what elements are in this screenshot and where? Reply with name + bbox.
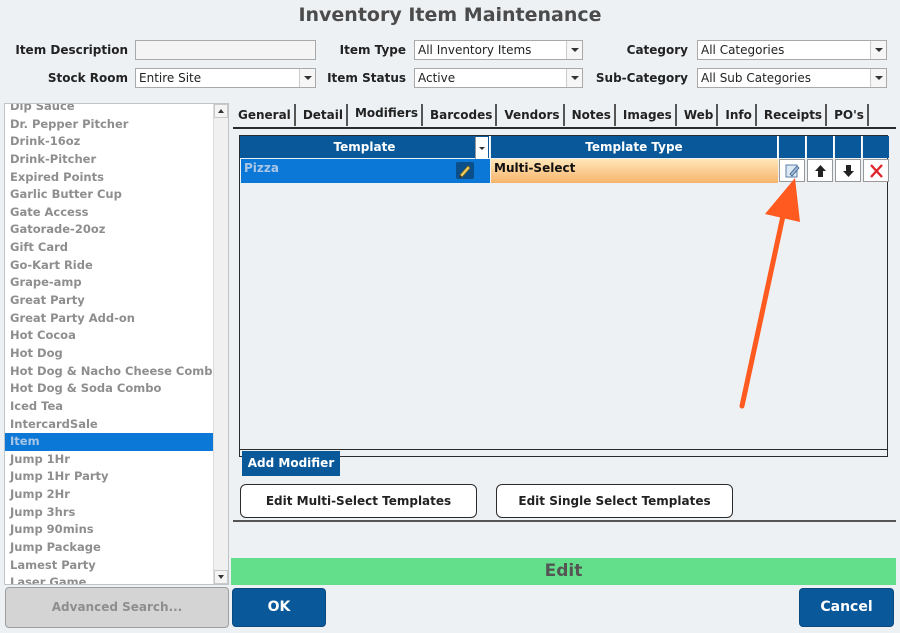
list-item[interactable]: Go-Kart Ride: [5, 257, 213, 275]
item-type-value: All Inventory Items: [418, 43, 532, 57]
item-status-value: Active: [418, 71, 456, 85]
chevron-down-icon[interactable]: [566, 41, 582, 59]
close-icon: [870, 164, 883, 178]
modifiers-grid: Template Template Type Pizza Multi-Selec…: [239, 135, 889, 457]
item-list-items: Dip Sauce Dr. Pepper Pitcher Drink-16oz Dri…: [5, 104, 213, 584]
list-item[interactable]: Drink-Pitcher: [5, 151, 213, 169]
list-item[interactable]: Jump Package: [5, 539, 213, 557]
scroll-down-icon[interactable]: [214, 570, 228, 584]
item-type-label: Item Type: [339, 43, 406, 57]
column-header-template: Template: [240, 136, 490, 158]
list-item[interactable]: Lamest Party: [5, 557, 213, 575]
tab-vendors[interactable]: Vendors: [501, 104, 565, 126]
list-item[interactable]: Grape-amp: [5, 274, 213, 292]
modifier-template-type-cell: Multi-Select: [491, 159, 778, 183]
item-description-input[interactable]: [135, 40, 316, 60]
stock-room-select[interactable]: Entire Site: [135, 68, 316, 88]
item-type-select[interactable]: All Inventory Items: [414, 40, 583, 60]
move-up-button[interactable]: [807, 159, 833, 182]
edit-icon: [785, 164, 800, 178]
tab-notes[interactable]: Notes: [569, 104, 616, 126]
list-item[interactable]: Item: [5, 433, 213, 451]
list-item[interactable]: Dip Sauce: [5, 104, 213, 116]
column-header-blank: [863, 136, 889, 158]
item-status-select[interactable]: Active: [414, 68, 583, 88]
list-item[interactable]: Great Party Add-on: [5, 310, 213, 328]
list-item[interactable]: Hot Cocoa: [5, 327, 213, 345]
category-label: Category: [626, 43, 688, 57]
sub-category-select[interactable]: All Sub Categories: [697, 68, 887, 88]
list-item[interactable]: Hot Dog: [5, 345, 213, 363]
sub-category-label: Sub-Category: [595, 71, 688, 85]
chevron-down-icon[interactable]: [566, 69, 582, 87]
column-header-blank: [779, 136, 806, 158]
item-description-label: Item Description: [15, 43, 128, 57]
modifier-template-value: Pizza: [244, 161, 279, 175]
category-select[interactable]: All Categories: [697, 40, 887, 60]
tab-detail[interactable]: Detail: [300, 104, 348, 126]
tab-receipts[interactable]: Receipts: [761, 104, 828, 126]
list-item[interactable]: Jump 3hrs: [5, 504, 213, 522]
item-list[interactable]: Dip Sauce Dr. Pepper Pitcher Drink-16oz Dri…: [4, 103, 229, 585]
list-item[interactable]: Jump 1Hr Party: [5, 468, 213, 486]
chevron-down-icon[interactable]: [299, 69, 315, 87]
list-item[interactable]: Jump 1Hr: [5, 451, 213, 469]
list-item[interactable]: Great Party: [5, 292, 213, 310]
pencil-icon[interactable]: [456, 162, 474, 179]
delete-modifier-button[interactable]: [863, 159, 889, 182]
list-item[interactable]: Hot Dog & Nacho Cheese Combo: [5, 363, 213, 381]
chevron-down-icon[interactable]: [475, 137, 488, 159]
cancel-button[interactable]: Cancel: [799, 588, 894, 627]
edit-modifier-button[interactable]: [779, 159, 805, 182]
stock-room-value: Entire Site: [139, 71, 202, 85]
tab-web[interactable]: Web: [681, 104, 719, 126]
item-status-label: Item Status: [327, 71, 406, 85]
filter-panel: Item Description Stock Room Entire Site …: [4, 32, 896, 94]
edit-single-select-templates-button[interactable]: Edit Single Select Templates: [496, 484, 733, 518]
status-bar: Edit: [231, 558, 896, 585]
list-item[interactable]: IntercardSale: [5, 416, 213, 434]
stock-room-label: Stock Room: [47, 71, 128, 85]
list-item[interactable]: Laser Game: [5, 574, 213, 584]
list-item[interactable]: Garlic Butter Cup: [5, 186, 213, 204]
page-title: Inventory Item Maintenance: [298, 4, 602, 26]
list-item[interactable]: Gift Card: [5, 239, 213, 257]
list-item[interactable]: Expired Points: [5, 169, 213, 187]
column-header-template-type: Template Type: [491, 136, 778, 158]
tab-modifiers[interactable]: Modifiers: [352, 104, 423, 126]
list-item[interactable]: Jump 90mins: [5, 521, 213, 539]
list-item[interactable]: Jump 2Hr: [5, 486, 213, 504]
column-header-blank: [835, 136, 862, 158]
scroll-up-icon[interactable]: [214, 104, 228, 118]
list-item[interactable]: Hot Dog & Soda Combo: [5, 380, 213, 398]
list-item[interactable]: Drink-16oz: [5, 133, 213, 151]
tab-images[interactable]: Images: [620, 104, 677, 126]
column-header-blank: [807, 136, 834, 158]
item-list-scrollbar[interactable]: [213, 104, 228, 584]
list-item[interactable]: Gatorade-20oz: [5, 221, 213, 239]
tab-general[interactable]: General: [235, 104, 296, 126]
list-item[interactable]: Gate Access: [5, 204, 213, 222]
category-value: All Categories: [701, 43, 785, 57]
arrow-down-icon: [843, 165, 854, 177]
modifier-template-cell[interactable]: Pizza: [241, 159, 490, 183]
ok-button[interactable]: OK: [232, 588, 326, 627]
chevron-down-icon[interactable]: [870, 69, 886, 87]
list-item[interactable]: Iced Tea: [5, 398, 213, 416]
chevron-down-icon[interactable]: [870, 41, 886, 59]
list-item[interactable]: Dr. Pepper Pitcher: [5, 116, 213, 134]
sub-category-value: All Sub Categories: [701, 71, 812, 85]
tab-bar: General Detail Modifiers Barcodes Vendors Not…: [235, 104, 873, 126]
tab-barcodes[interactable]: Barcodes: [427, 104, 498, 126]
add-modifier-button[interactable]: Add Modifier: [242, 451, 340, 476]
arrow-up-icon: [815, 165, 826, 177]
move-down-button[interactable]: [835, 159, 861, 182]
edit-multi-select-templates-button[interactable]: Edit Multi-Select Templates: [240, 484, 477, 518]
divider: [240, 449, 888, 450]
tab-info[interactable]: Info: [722, 104, 757, 126]
advanced-search-button[interactable]: Advanced Search...: [5, 587, 229, 628]
tab-po-s[interactable]: PO's: [831, 104, 869, 126]
